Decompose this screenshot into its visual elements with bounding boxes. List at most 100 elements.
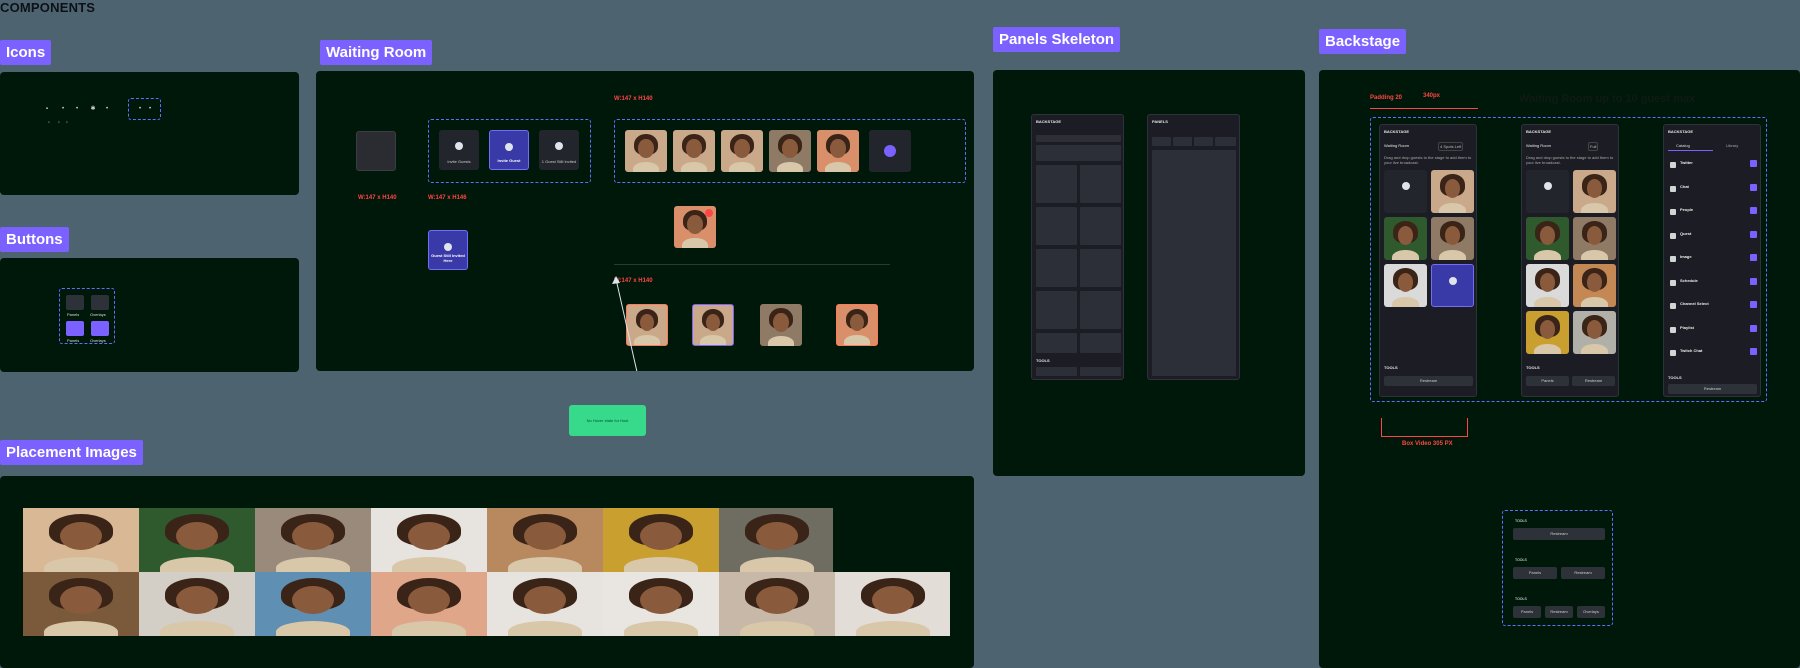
guest-tile[interactable] — [836, 304, 878, 346]
guest-tile[interactable] — [760, 304, 802, 346]
guest-tile[interactable] — [721, 130, 763, 172]
catalog-item-icon — [1670, 185, 1676, 192]
guest-waiting-tile[interactable] — [1431, 264, 1474, 307]
panels-button-label: Panels — [67, 312, 80, 317]
catalog-item-icon — [1670, 209, 1676, 215]
catalog-item-icon — [1670, 326, 1676, 333]
add-icon[interactable] — [1750, 301, 1757, 308]
restream-button[interactable]: Restream — [1668, 384, 1757, 394]
catalog-item-label: Channel Select — [1680, 301, 1709, 306]
placement-image — [835, 572, 950, 636]
invite-guests-tile[interactable] — [1526, 170, 1569, 213]
add-guest-tile[interactable] — [869, 130, 911, 172]
user-icon: • — [61, 106, 65, 112]
overlays-button[interactable]: Overlays — [1577, 606, 1605, 618]
catalog-item-label: Twitter — [1680, 160, 1693, 165]
add-icon[interactable] — [1750, 207, 1757, 214]
catalog-item[interactable]: People — [1668, 204, 1757, 224]
add-icon[interactable] — [1750, 160, 1757, 167]
button-variant-group: Panels Overlays Panels Overlays — [59, 288, 115, 344]
guest-tile[interactable] — [1526, 264, 1569, 307]
user-icon — [455, 142, 463, 150]
section-label-waiting-room: Waiting Room — [320, 40, 433, 65]
visibility-icon: ◦ — [65, 120, 69, 126]
invite-guests-tile[interactable]: Invite Guests — [439, 130, 479, 170]
add-icon[interactable] — [1750, 348, 1757, 355]
user-icon — [505, 143, 513, 151]
guest-tile[interactable] — [817, 130, 859, 172]
catalog-item[interactable]: Image — [1668, 251, 1757, 271]
placement-image-row — [23, 508, 833, 572]
mic-icon: ◦ — [47, 120, 51, 126]
section-label-panels-skeleton: Panels Skeleton — [993, 27, 1121, 52]
remove-icon[interactable] — [705, 209, 713, 217]
placement-image — [603, 572, 719, 636]
overlays-button[interactable] — [91, 295, 109, 310]
placement-image — [487, 572, 603, 636]
add-icon[interactable] — [1750, 324, 1757, 332]
add-icon[interactable] — [1750, 183, 1757, 191]
panels-skeleton-frame: BACKSTAGE TOOLS PANELS — [993, 70, 1305, 476]
add-icon[interactable] — [1750, 230, 1757, 238]
guest-still-invited-tile[interactable]: Guest Still Invited Here — [428, 230, 468, 270]
guest-tile[interactable] — [1526, 217, 1569, 260]
dimension-label: W:147 x H140 — [614, 96, 653, 102]
restream-button[interactable]: Restream — [1384, 376, 1473, 386]
overlays-button-active[interactable] — [91, 321, 109, 336]
catalog-item[interactable]: Quest — [1668, 228, 1757, 248]
panels-button[interactable] — [66, 295, 84, 310]
user-icon: • — [148, 106, 152, 112]
guest-tile[interactable] — [625, 130, 667, 172]
placement-image — [23, 572, 139, 636]
catalog-item[interactable]: Schedule — [1668, 275, 1757, 295]
restream-button[interactable]: Restream — [1513, 528, 1605, 540]
guest-tile[interactable] — [1573, 170, 1616, 213]
user-icon — [444, 243, 452, 251]
icons-frame: ▪ • • ✱ • ◦ ◦ ◦ • • — [0, 72, 299, 195]
placement-image — [371, 508, 487, 572]
panels-button[interactable]: Panels — [1526, 376, 1569, 386]
panels-button[interactable]: Panels — [1513, 567, 1557, 579]
invite-guests-tile[interactable] — [1384, 170, 1427, 213]
restream-button[interactable]: Restream — [1545, 606, 1573, 618]
catalog-item[interactable]: Playlist — [1668, 322, 1757, 342]
eye-icon: ◦ — [57, 120, 61, 126]
guest-still-invited-tile[interactable]: 1 Guest Still Invited — [539, 130, 579, 170]
guest-tile[interactable] — [1431, 170, 1474, 213]
measure-tick — [1381, 418, 1382, 436]
measure-line — [1370, 108, 1478, 109]
add-icon[interactable] — [1750, 254, 1757, 261]
catalog-item[interactable]: Channel Select — [1668, 298, 1757, 318]
placement-image — [255, 572, 371, 636]
guest-tile[interactable] — [692, 304, 734, 346]
catalog-item-label: Chat — [1680, 183, 1689, 189]
catalog-item[interactable]: Twitch Chat — [1668, 345, 1757, 365]
restream-button[interactable]: Restream — [1572, 376, 1615, 386]
backstage-variants-group: BACKSTAGE Waiting Room 4 Spots Left Drag… — [1370, 117, 1767, 402]
catalog-item[interactable]: Twitter — [1668, 157, 1757, 177]
guest-tile[interactable] — [1573, 217, 1616, 260]
catalog-item[interactable]: Chat — [1668, 181, 1757, 201]
panels-button-active[interactable] — [66, 321, 84, 336]
settings-icon: ✱ — [90, 106, 96, 112]
restream-button[interactable]: Restream — [1561, 567, 1605, 579]
catalog-panel: BACKSTAGE Catalog Library Twitter Chat Peo… — [1663, 124, 1761, 397]
dimension-label: W:147 x H140 — [358, 195, 397, 201]
guest-tile[interactable] — [1384, 217, 1427, 260]
plus-icon — [884, 145, 896, 157]
add-icon[interactable] — [1750, 277, 1757, 285]
guest-tile[interactable] — [1526, 311, 1569, 354]
tab-catalog[interactable]: Catalog — [1676, 143, 1690, 148]
catalog-item-label: Quest — [1680, 230, 1692, 236]
guest-tile[interactable] — [1573, 264, 1616, 307]
tab-library[interactable]: Library — [1726, 143, 1738, 148]
guest-tile[interactable] — [1384, 264, 1427, 307]
panels-button[interactable]: Panels — [1513, 606, 1541, 618]
invite-guest-tile-active[interactable]: Invite Guest — [489, 130, 529, 170]
dimension-label: W:147 x H146 — [428, 195, 467, 201]
guest-tile[interactable] — [673, 130, 715, 172]
guest-tile[interactable] — [1573, 311, 1616, 354]
guest-tile[interactable] — [769, 130, 811, 172]
guest-tile[interactable] — [1431, 217, 1474, 260]
guest-tile-hover[interactable] — [674, 206, 716, 248]
